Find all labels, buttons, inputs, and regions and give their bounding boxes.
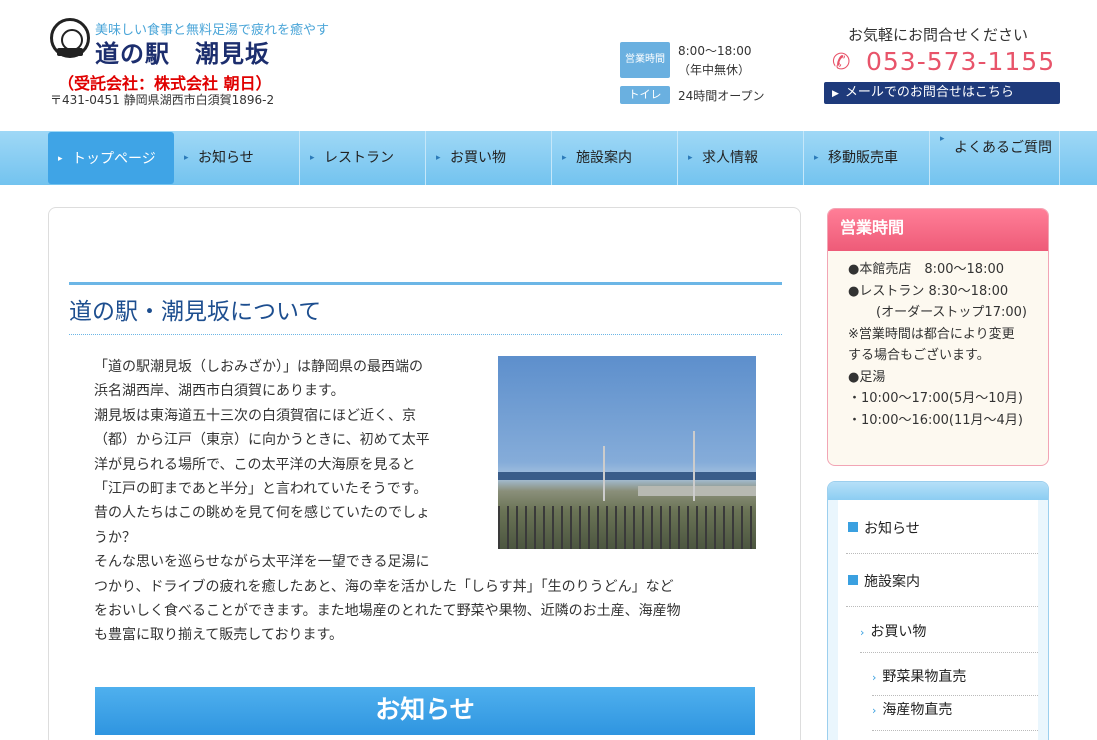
site-header: 美味しい食事と無料足湯で疲れを癒やす 道の駅 潮見坂 （受託会社：株式会社 朝日… xyxy=(0,0,1097,131)
heading-underline xyxy=(69,334,782,335)
nav-facilities[interactable]: 施設案内 xyxy=(552,131,678,185)
divider xyxy=(860,652,1038,653)
nav-news[interactable]: お知らせ xyxy=(174,131,300,185)
about-line: そんな思いを巡らせながら太平洋を一望できる足湯に xyxy=(94,554,430,571)
photo-fence xyxy=(498,506,756,549)
chevron-right-icon: › xyxy=(872,671,877,684)
nav-shopping[interactable]: お買い物 xyxy=(426,131,552,185)
sidebar-menu-header xyxy=(828,482,1048,500)
sidebar-item-produce[interactable]: › 野菜果物直売 xyxy=(872,666,966,686)
nav-label: お買い物 xyxy=(450,150,506,166)
phone-icon: ✆ xyxy=(832,50,851,75)
mail-contact-button[interactable]: ▶ メールでのお問合せはこちら xyxy=(824,82,1060,104)
toilet-badge: トイレ xyxy=(620,86,670,104)
about-line: も豊富に取り揃えて販売しております。 xyxy=(94,627,344,644)
hours-badge: 営業時間 xyxy=(620,42,670,78)
nav-mobile-shop[interactable]: 移動販売車 xyxy=(804,131,930,185)
global-nav: トップページ お知らせ レストラン お買い物 施設案内 求人情報 移動販売車 よ… xyxy=(0,131,1097,186)
nav-label: お知らせ xyxy=(198,150,254,166)
hours-line: ●足湯 xyxy=(848,369,886,385)
nav-label: 施設案内 xyxy=(576,150,632,166)
hours-line: (オーダーストップ17:00) xyxy=(876,305,1027,320)
sidebar-item-label: 野菜果物直売 xyxy=(882,669,967,685)
nav-label: トップページ xyxy=(72,151,156,167)
photo-pole xyxy=(693,431,695,501)
sidebar-item-label: 施設案内 xyxy=(864,574,920,590)
hours-note: （年中無休） xyxy=(678,63,751,77)
about-line: つかり、ドライブの疲れを癒したあと、海の幸を活かした「しらす丼」「生のりうどん」… xyxy=(94,578,674,595)
logo-icon[interactable] xyxy=(50,18,90,58)
chevron-right-icon: › xyxy=(872,704,877,717)
sidebar-item-label: お知らせ xyxy=(864,521,920,537)
divider xyxy=(846,553,1038,554)
nav-restaurant[interactable]: レストラン xyxy=(300,131,426,185)
sidebar-hours-panel: 営業時間 ●本館売店 8:00〜18:00 ●レストラン 8:30〜18:00 … xyxy=(827,208,1049,466)
sidebar-item-shopping[interactable]: › お買い物 xyxy=(860,621,926,641)
sidebar-menu-body: お知らせ 施設案内 › お買い物 › 野菜果物直売 › 海産物直売 xyxy=(838,500,1038,740)
nav-label: 移動販売車 xyxy=(828,150,898,166)
site-title[interactable]: 道の駅 潮見坂 xyxy=(95,34,270,69)
hours-line: ・10:00〜16:00(11月〜4月) xyxy=(848,412,1023,428)
square-bullet-icon xyxy=(848,575,858,585)
nav-faq[interactable]: よくあるご質問 xyxy=(930,131,1060,185)
hours-info: 8:00〜18:00 （年中無休） xyxy=(678,42,752,80)
about-title: 道の駅・潮見坂について xyxy=(69,299,322,325)
mail-contact-label: メールでのお問合せはこちら xyxy=(844,85,1014,100)
sidebar-hours-body: ●本館売店 8:00〜18:00 ●レストラン 8:30〜18:00 (オーダー… xyxy=(828,251,1048,431)
chevron-right-icon: › xyxy=(860,626,865,639)
news-heading: お知らせ xyxy=(95,687,755,735)
hours-line: ●本館売店 8:00〜18:00 xyxy=(848,262,1005,277)
photo-pole xyxy=(603,446,605,501)
sidebar-item-seafood[interactable]: › 海産物直売 xyxy=(872,699,952,719)
arrow-right-icon: ▶ xyxy=(832,89,839,99)
sidebar-item-facilities[interactable]: 施設案内 xyxy=(848,571,920,591)
photo-sea xyxy=(498,472,756,480)
divider xyxy=(872,730,1038,731)
address: 〒431-0451 静岡県湖西市白須賀1896-2 xyxy=(50,93,275,107)
toilet-info: 24時間オープン xyxy=(678,89,765,103)
square-bullet-icon xyxy=(848,522,858,532)
hours-line: する場合もございます。 xyxy=(848,348,990,363)
coast-photo xyxy=(498,356,756,549)
nav-jobs[interactable]: 求人情報 xyxy=(678,131,804,185)
contact-prompt: お気軽にお問合せください xyxy=(848,26,1029,44)
nav-label: 求人情報 xyxy=(702,150,758,166)
heading-rule xyxy=(69,282,782,285)
photo-road xyxy=(638,486,756,496)
hours-line: ●レストラン 8:30〜18:00 xyxy=(848,283,1009,299)
nav-label: よくあるご質問 xyxy=(954,140,1052,156)
sidebar-menu: お知らせ 施設案内 › お買い物 › 野菜果物直売 › 海産物直売 xyxy=(827,481,1049,740)
hours-line: ・10:00〜17:00(5月〜10月) xyxy=(848,391,1023,406)
sidebar-item-label: 海産物直売 xyxy=(882,702,953,718)
sidebar-item-news[interactable]: お知らせ xyxy=(848,518,920,538)
hours-line: ※営業時間は都合により変更 xyxy=(848,326,1015,342)
hours-time: 8:00〜18:00 xyxy=(678,44,752,58)
main-content: 道の駅・潮見坂について 「道の駅潮見坂（しおみざか）」は静岡県の最西端の 浜名湖… xyxy=(48,207,801,740)
sidebar-item-label: お買い物 xyxy=(870,624,927,640)
divider xyxy=(846,606,1038,607)
sidebar-hours-heading: 営業時間 xyxy=(828,209,1048,251)
divider xyxy=(872,695,1038,696)
phone-number[interactable]: 053-573-1155 xyxy=(866,47,1055,76)
nav-top-page[interactable]: トップページ xyxy=(48,132,174,186)
about-line: をおいしく食べることができます。また地場産のとれたて野菜や果物、近隣のお土産、海… xyxy=(94,603,681,620)
nav-label: レストラン xyxy=(324,150,394,166)
